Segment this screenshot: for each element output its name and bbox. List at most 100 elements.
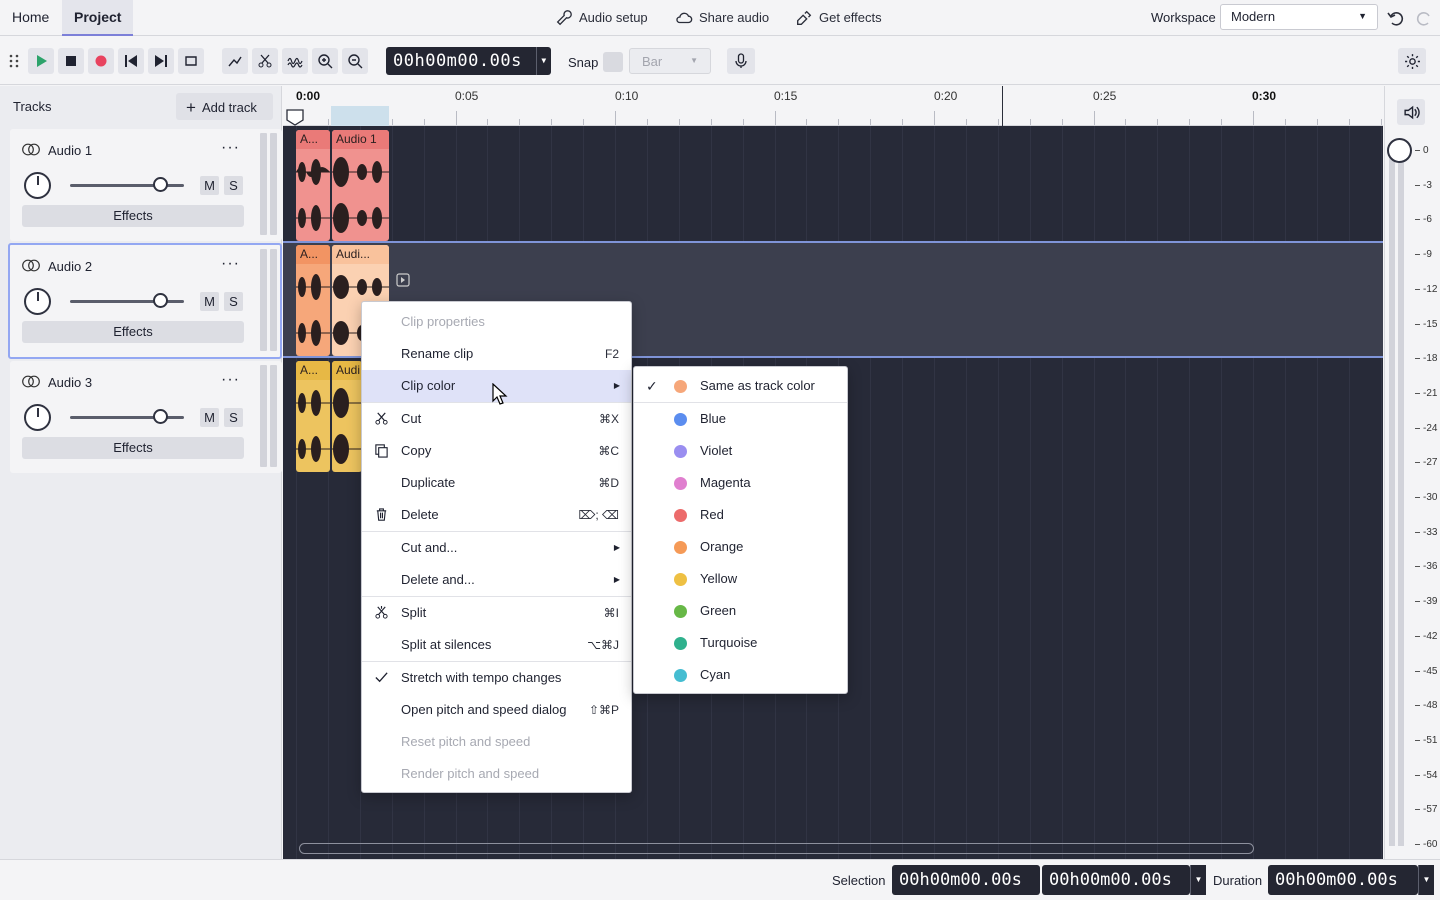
track-name[interactable]: Audio 1 xyxy=(48,143,92,158)
solo-button[interactable]: S xyxy=(224,292,243,311)
more-options-icon[interactable]: ··· xyxy=(221,255,240,273)
snap-unit-select[interactable]: Bar ▼ xyxy=(629,48,711,74)
menu-item-reset-pitch-speed[interactable]: Reset pitch and speed xyxy=(362,726,631,758)
audio-setup-button[interactable]: Audio setup xyxy=(555,0,648,36)
pan-knob[interactable] xyxy=(24,288,51,315)
master-volume-knob[interactable] xyxy=(1387,138,1412,163)
undo-icon[interactable] xyxy=(1386,8,1406,28)
time-format-dropdown[interactable]: ▼ xyxy=(536,47,551,75)
settings-button[interactable] xyxy=(1398,48,1426,74)
selection-format-dropdown[interactable]: ▼ xyxy=(1190,865,1206,895)
selection-start-time[interactable]: 00h00m00.00s xyxy=(892,865,1040,895)
pan-knob[interactable] xyxy=(24,172,51,199)
color-option-turquoise[interactable]: Turquoise xyxy=(634,627,847,659)
volume-slider-thumb[interactable] xyxy=(153,409,168,424)
menu-item-copy[interactable]: Copy ⌘C xyxy=(362,435,631,467)
color-option-violet[interactable]: Violet xyxy=(634,435,847,467)
color-option-same-as-track[interactable]: ✓ Same as track color xyxy=(634,370,847,402)
clip[interactable]: Audio 1 xyxy=(332,130,389,241)
loop-button[interactable] xyxy=(178,48,204,74)
clip[interactable]: Audi xyxy=(332,361,362,472)
pan-knob[interactable] xyxy=(24,404,51,431)
mute-button[interactable]: M xyxy=(200,292,219,311)
color-option-blue[interactable]: Blue xyxy=(634,403,847,435)
tab-project[interactable]: Project xyxy=(62,0,134,36)
menu-item-split-at-silences[interactable]: Split at silences ⌥⌘J xyxy=(362,629,631,661)
gear-icon xyxy=(1404,53,1420,69)
microphone-button[interactable] xyxy=(727,48,755,74)
clip[interactable]: A... xyxy=(296,130,330,241)
color-option-green[interactable]: Green xyxy=(634,595,847,627)
time-display[interactable]: 00h00m00.00s ▼ xyxy=(386,47,551,75)
color-option-cyan[interactable]: Cyan xyxy=(634,659,847,691)
volume-slider-thumb[interactable] xyxy=(153,293,168,308)
menu-item-delete-and[interactable]: Delete and... ▶ xyxy=(362,564,631,596)
drag-handle-icon[interactable] xyxy=(8,53,20,69)
menu-item-duplicate[interactable]: Duplicate ⌘D xyxy=(362,467,631,499)
track-name[interactable]: Audio 3 xyxy=(48,375,92,390)
menu-item-stretch-with-tempo[interactable]: Stretch with tempo changes xyxy=(362,662,631,694)
track-audio-2[interactable]: Audio 2 ··· M S Effects xyxy=(8,243,282,359)
effects-button[interactable]: Effects xyxy=(22,437,244,459)
db-label: -33 xyxy=(1423,526,1438,538)
redo-icon[interactable] xyxy=(1414,8,1434,28)
solo-button[interactable]: S xyxy=(224,176,243,195)
workspace-select[interactable]: Modern ▼ xyxy=(1220,4,1378,30)
color-option-magenta[interactable]: Magenta xyxy=(634,467,847,499)
trim-tool-button[interactable] xyxy=(252,48,278,74)
selection-end-time[interactable]: 00h00m00.00s xyxy=(1042,865,1190,895)
solo-button[interactable]: S xyxy=(224,408,243,427)
color-option-yellow[interactable]: Yellow xyxy=(634,563,847,595)
playhead-handle-icon[interactable] xyxy=(285,109,305,126)
volume-slider-thumb[interactable] xyxy=(153,177,168,192)
zoom-out-button[interactable] xyxy=(342,48,368,74)
master-volume-button[interactable] xyxy=(1397,99,1425,125)
grid-line xyxy=(902,126,904,859)
skip-end-icon xyxy=(155,55,167,67)
effects-button[interactable]: Effects xyxy=(22,205,244,227)
menu-item-render-pitch-speed[interactable]: Render pitch and speed xyxy=(362,758,631,790)
skip-start-button[interactable] xyxy=(118,48,144,74)
zoom-in-button[interactable] xyxy=(312,48,338,74)
get-effects-button[interactable]: Get effects xyxy=(795,0,882,36)
stop-button[interactable] xyxy=(58,48,84,74)
more-options-icon[interactable]: ··· xyxy=(221,139,240,157)
track-audio-3[interactable]: Audio 3 ··· M S Effects xyxy=(10,361,282,473)
clip-handle-icon[interactable] xyxy=(396,273,410,287)
loop-region[interactable] xyxy=(331,106,389,126)
menu-item-rename-clip[interactable]: Rename clip F2 xyxy=(362,338,631,370)
menu-item-cut[interactable]: Cut ⌘X xyxy=(362,403,631,435)
play-button[interactable] xyxy=(28,48,54,74)
menu-item-clip-properties[interactable]: Clip properties xyxy=(362,306,631,338)
mute-button[interactable]: M xyxy=(200,176,219,195)
skip-end-button[interactable] xyxy=(148,48,174,74)
horizontal-scrollbar[interactable] xyxy=(299,843,1254,854)
tab-home[interactable]: Home xyxy=(0,0,61,36)
db-label: 0 xyxy=(1423,145,1429,156)
record-button[interactable] xyxy=(88,48,114,74)
waveform-icon xyxy=(287,57,303,68)
timeline-ruler[interactable]: 0:00 0:05 0:10 0:15 0:20 0:25 0:30 xyxy=(283,86,1383,126)
duration-format-dropdown[interactable]: ▼ xyxy=(1418,865,1434,895)
menu-item-split[interactable]: Split ⌘I xyxy=(362,597,631,629)
mute-button[interactable]: M xyxy=(200,408,219,427)
share-audio-button[interactable]: Share audio xyxy=(675,0,769,36)
clip[interactable]: A... xyxy=(296,245,330,356)
add-track-button[interactable]: + Add track xyxy=(176,93,273,120)
menu-item-cut-and[interactable]: Cut and... ▶ xyxy=(362,532,631,564)
clip[interactable]: A... xyxy=(296,361,330,472)
track-audio-1[interactable]: Audio 1 ··· M S Effects xyxy=(10,129,282,241)
snap-checkbox[interactable] xyxy=(603,52,623,72)
add-track-label: Add track xyxy=(201,100,257,115)
duration-time[interactable]: 00h00m00.00s xyxy=(1268,865,1418,895)
track-name[interactable]: Audio 2 xyxy=(48,259,92,274)
color-option-orange[interactable]: Orange xyxy=(634,531,847,563)
effects-button[interactable]: Effects xyxy=(22,321,244,343)
color-option-red[interactable]: Red xyxy=(634,499,847,531)
playhead-marker[interactable] xyxy=(1002,86,1003,126)
envelope-tool-button[interactable] xyxy=(222,48,248,74)
spectral-tool-button[interactable] xyxy=(282,48,308,74)
more-options-icon[interactable]: ··· xyxy=(221,371,240,389)
menu-item-delete[interactable]: Delete ⌦; ⌫ xyxy=(362,499,631,531)
menu-item-pitch-speed-dialog[interactable]: Open pitch and speed dialog ⇧⌘P xyxy=(362,694,631,726)
